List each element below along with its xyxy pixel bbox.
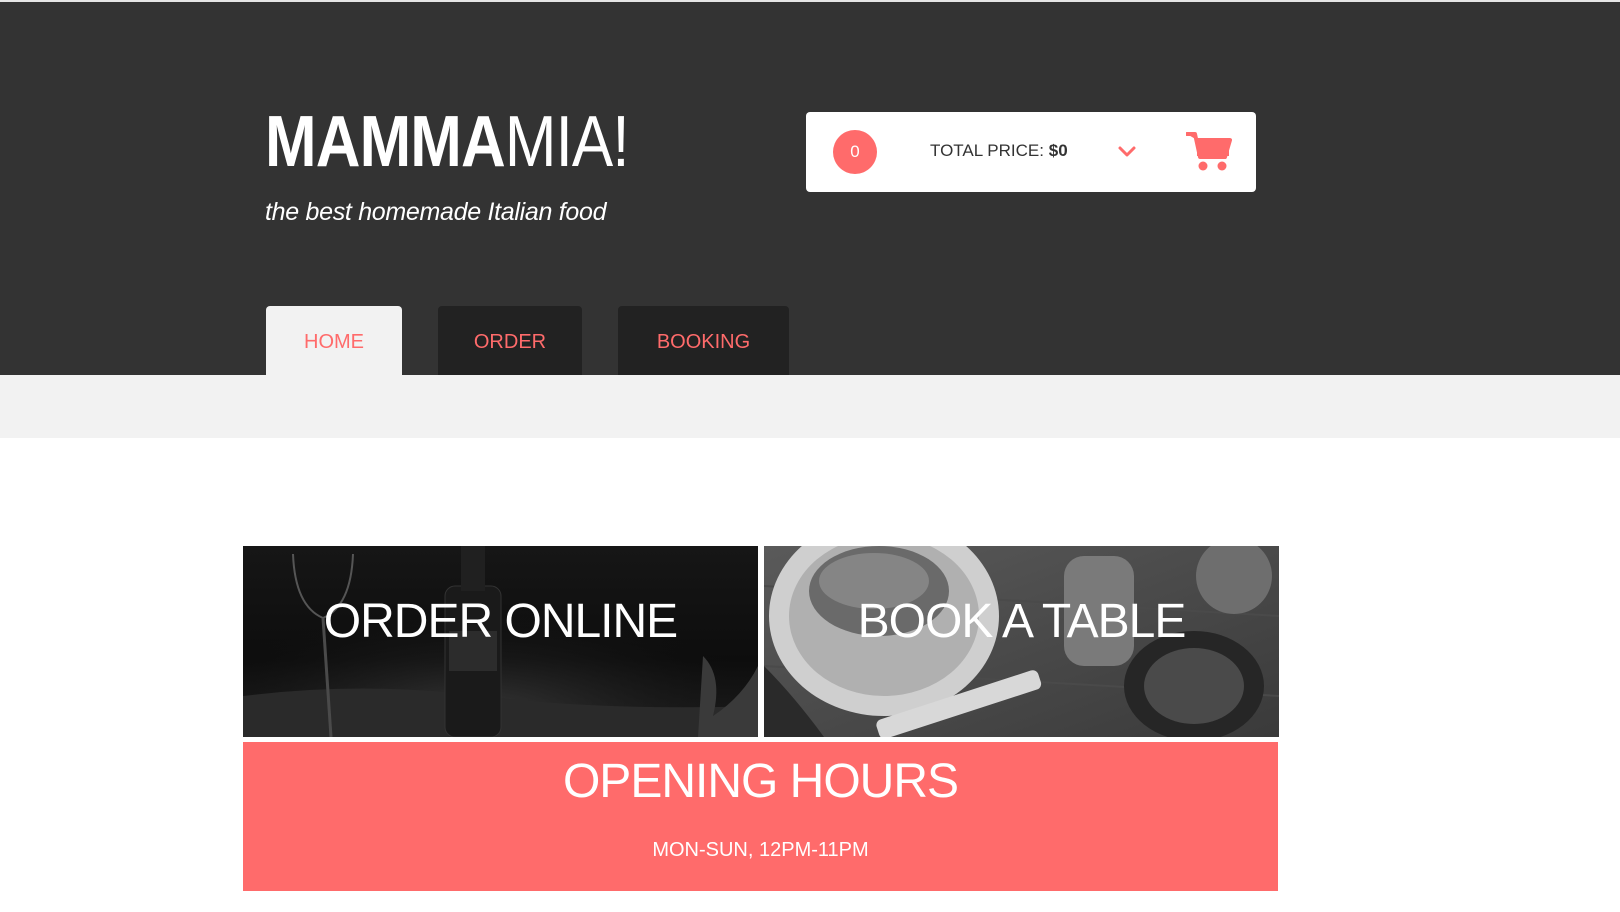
site-tagline: the best homemade Italian food bbox=[265, 198, 607, 226]
subheader-bar bbox=[0, 375, 1620, 438]
shopping-cart-icon[interactable] bbox=[1186, 130, 1232, 172]
cart-widget[interactable]: 0 TOTAL PRICE: $0 bbox=[806, 112, 1256, 192]
site-logo[interactable]: MAMMAMIA! bbox=[265, 102, 630, 182]
cart-total-amount: $0 bbox=[1048, 141, 1068, 160]
opening-hours-title: OPENING HOURS bbox=[562, 755, 959, 808]
logo-light-text: MIA! bbox=[504, 102, 630, 182]
site-header: MAMMAMIA! the best homemade Italian food… bbox=[0, 2, 1620, 377]
order-online-label: ORDER ONLINE bbox=[323, 595, 678, 648]
tab-booking[interactable]: BOOKING bbox=[618, 306, 789, 377]
opening-hours-box: OPENING HOURS MON-SUN, 12PM-11PM bbox=[243, 742, 1278, 891]
tab-order[interactable]: ORDER bbox=[438, 306, 582, 377]
cart-total-price: TOTAL PRICE: $0 bbox=[930, 141, 1068, 161]
logo-bold-text: MAMMA bbox=[265, 102, 506, 182]
opening-hours-text: MON-SUN, 12PM-11PM bbox=[652, 839, 869, 861]
tab-home[interactable]: HOME bbox=[266, 306, 402, 377]
book-table-label: BOOK A TABLE bbox=[857, 595, 1187, 648]
chevron-down-icon[interactable] bbox=[1117, 145, 1137, 159]
cart-count-badge: 0 bbox=[833, 130, 877, 174]
book-table-panel[interactable]: BOOK A TABLE bbox=[764, 546, 1279, 737]
cart-total-label: TOTAL PRICE: bbox=[930, 141, 1044, 160]
order-online-panel[interactable]: ORDER ONLINE bbox=[243, 546, 758, 737]
